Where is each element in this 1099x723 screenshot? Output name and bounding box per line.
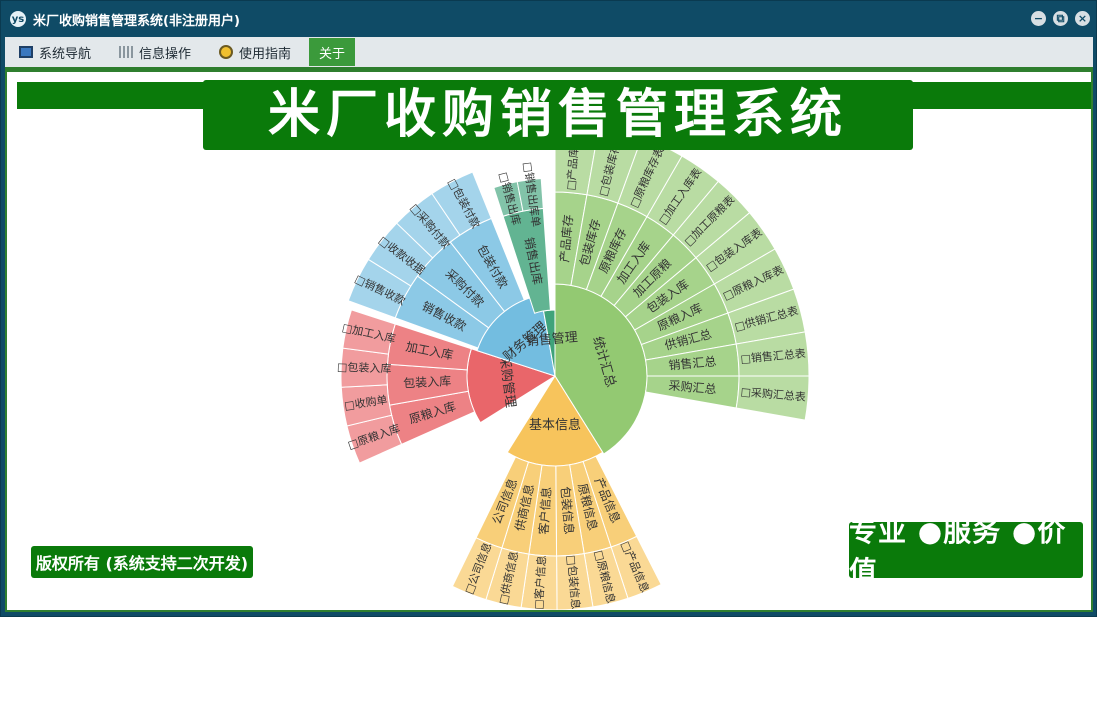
close-button[interactable]: ×: [1075, 11, 1090, 26]
restore-button[interactable]: ⧉: [1053, 11, 1068, 26]
menu-item-label: 关于: [319, 46, 346, 62]
menu-item-label: 使用指南: [239, 46, 292, 62]
title-bar: ys 米厂收购销售管理系统(非注册用户) − ⧉ ×: [1, 1, 1096, 37]
minimize-button[interactable]: −: [1031, 11, 1046, 26]
app-window: ys 米厂收购销售管理系统(非注册用户) − ⧉ × 系统导航 信息操作 使用指…: [0, 0, 1097, 617]
page-title: 米厂收购销售管理系统: [203, 80, 913, 150]
menu-item-system-nav[interactable]: 系统导航: [19, 37, 91, 67]
main-content: 统计汇总 基本信息 采购管理 财务管理 销售管理 产品库存 包装库存 原粮库存 加工入库 加工原粮…: [5, 70, 1093, 612]
slogan-badge: 专业 ●服务 ●价值: [849, 515, 1083, 588]
menu-bar: 系统导航 信息操作 使用指南 关于: [5, 37, 1093, 70]
menu-item-label: 信息操作: [139, 46, 192, 62]
app-logo-icon: ys: [10, 11, 26, 27]
window-title: 米厂收购销售管理系统(非注册用户): [33, 14, 240, 29]
menu-item-about[interactable]: 关于: [309, 38, 356, 66]
monitor-icon: [19, 46, 33, 58]
menu-item-label: 系统导航: [39, 46, 92, 62]
copyright-badge: 版权所有 (系统支持二次开发): [31, 546, 253, 578]
sunburst-item-label: 包装入库: [403, 373, 452, 390]
menu-item-guide[interactable]: 使用指南: [219, 37, 291, 67]
grid-icon: [119, 46, 133, 58]
guide-icon: [219, 45, 233, 59]
menu-item-info-ops[interactable]: 信息操作: [119, 37, 191, 67]
sunburst-leaf-label: □包装入库: [337, 360, 392, 375]
sunburst-center-label: 基本信息: [529, 417, 581, 433]
